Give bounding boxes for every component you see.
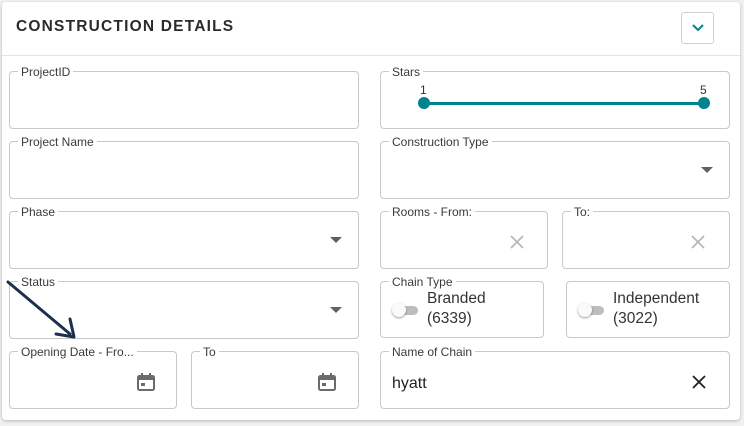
- project-id-label: ProjectID: [18, 65, 74, 79]
- branded-toggle-label: Branded: [427, 290, 486, 307]
- rooms-from-field[interactable]: Rooms - From:: [380, 205, 548, 269]
- branded-count: (6339): [427, 310, 472, 327]
- rooms-from-label: Rooms - From:: [389, 205, 476, 219]
- independent-toggle-label: Independent: [613, 290, 700, 307]
- dropdown-arrow-icon[interactable]: [330, 307, 342, 313]
- stars-label: Stars: [389, 65, 424, 79]
- phase-select[interactable]: Phase: [9, 205, 359, 269]
- panel-header: CONSTRUCTION DETAILS: [2, 2, 740, 56]
- stars-min-value: 1: [420, 83, 427, 97]
- chain-type-independent-box: Independent (3022): [566, 281, 730, 338]
- stars-max-value: 5: [700, 83, 707, 97]
- clear-icon[interactable]: [509, 234, 525, 250]
- toggle-thumb[interactable]: [392, 303, 406, 317]
- name-of-chain-value[interactable]: hyatt: [392, 375, 427, 393]
- dropdown-arrow-icon[interactable]: [330, 237, 342, 243]
- clear-icon[interactable]: [691, 374, 707, 390]
- name-of-chain-label: Name of Chain: [389, 345, 476, 359]
- clear-icon[interactable]: [690, 234, 706, 250]
- calendar-icon[interactable]: [317, 372, 337, 392]
- chain-type-branded-box: Chain Type Branded (6339): [380, 275, 544, 338]
- toggle-thumb[interactable]: [578, 303, 592, 317]
- opening-date-to-field[interactable]: To: [191, 345, 359, 409]
- collapse-button[interactable]: [681, 12, 714, 44]
- phase-label: Phase: [18, 205, 59, 219]
- stars-slider-track[interactable]: [425, 102, 705, 105]
- project-name-field[interactable]: Project Name: [9, 135, 359, 199]
- independent-toggle[interactable]: [578, 303, 604, 317]
- opening-date-from-field[interactable]: Opening Date - Fro...: [9, 345, 177, 409]
- chevron-down-icon: [691, 24, 704, 32]
- annotation-arrow-icon: [6, 280, 76, 339]
- name-of-chain-field[interactable]: Name of Chain hyatt: [380, 345, 730, 409]
- project-id-field[interactable]: ProjectID: [9, 65, 359, 129]
- panel-title: CONSTRUCTION DETAILS: [16, 18, 235, 35]
- project-name-label: Project Name: [18, 135, 97, 149]
- branded-toggle[interactable]: [392, 303, 418, 317]
- calendar-icon[interactable]: [136, 372, 156, 392]
- chain-type-label: Chain Type: [389, 275, 456, 289]
- construction-type-label: Construction Type: [389, 135, 492, 149]
- independent-count: (3022): [613, 310, 658, 327]
- rooms-to-field[interactable]: To:: [562, 205, 730, 269]
- dropdown-arrow-icon[interactable]: [701, 167, 713, 173]
- stars-range-field: Stars 1 5: [380, 65, 730, 129]
- construction-type-select[interactable]: Construction Type: [380, 135, 730, 199]
- stars-slider-min-handle[interactable]: [418, 97, 430, 109]
- stars-slider-max-handle[interactable]: [698, 97, 710, 109]
- opening-date-to-label: To: [200, 345, 219, 359]
- rooms-to-label: To:: [571, 205, 594, 219]
